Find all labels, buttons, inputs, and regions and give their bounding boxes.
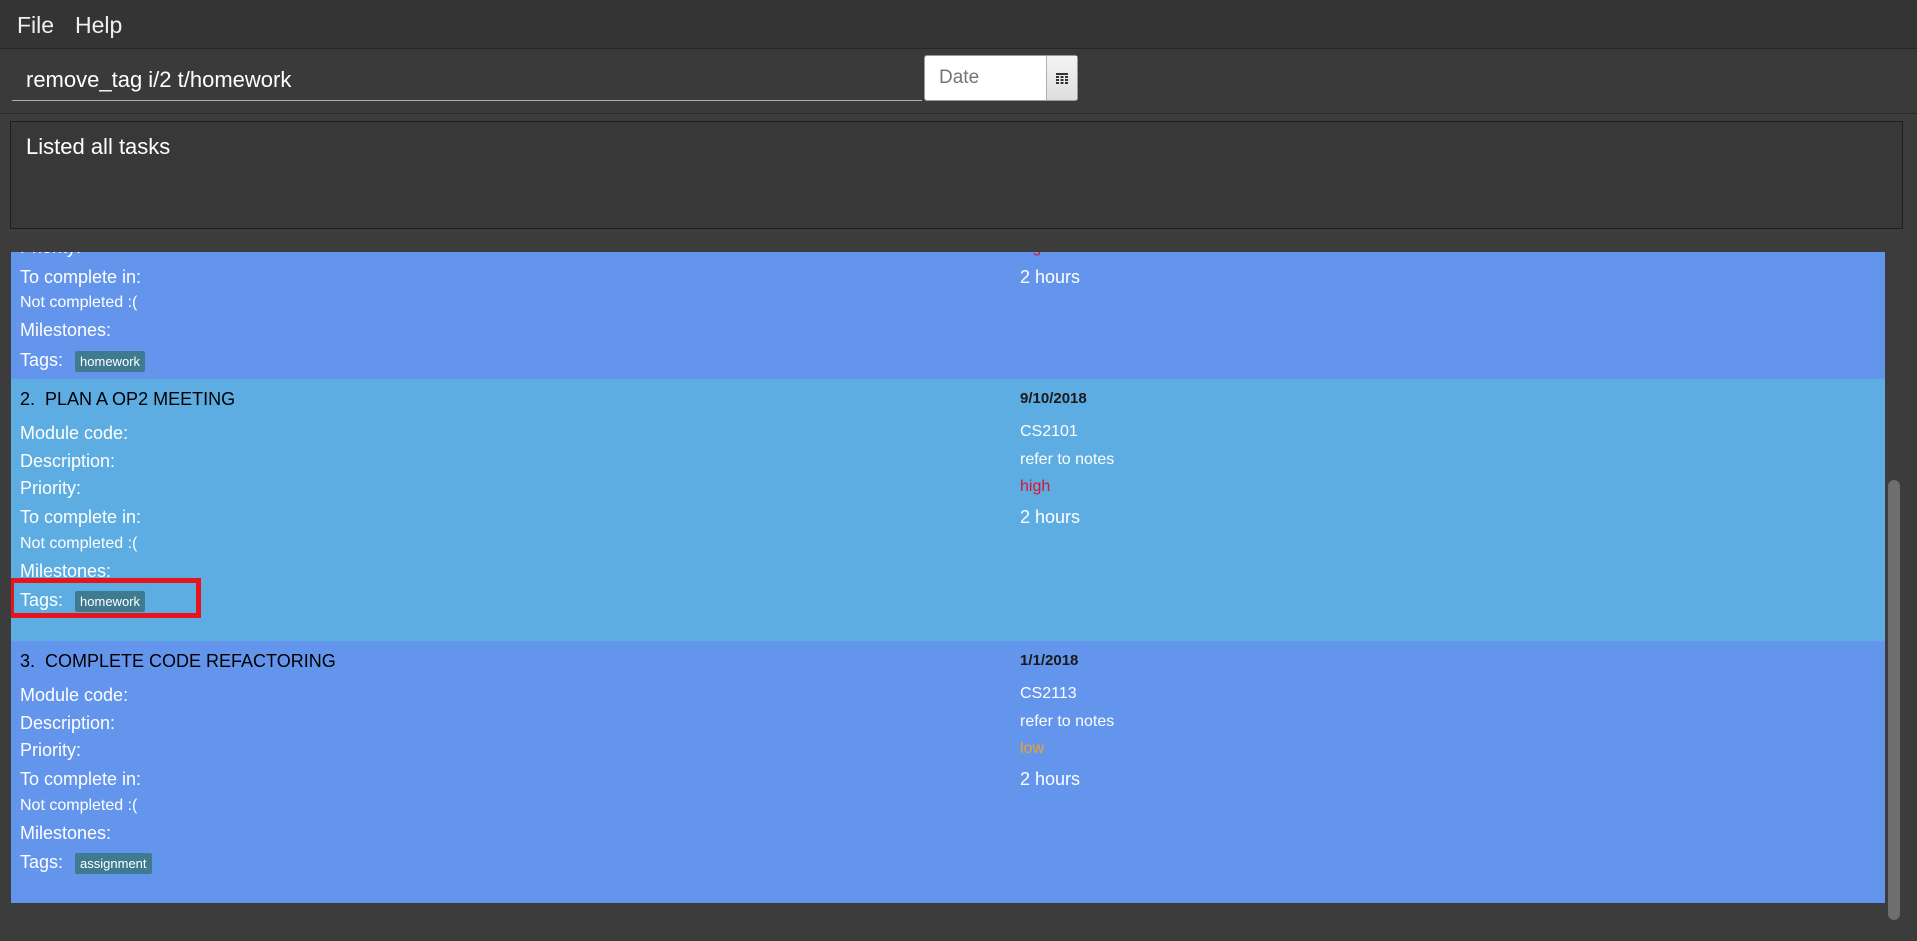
tags-row: Tags: homework: [20, 350, 145, 372]
milestones-label: Milestones:: [20, 320, 112, 340]
duration-value: 2 hours: [1020, 507, 1081, 527]
task-card[interactable]: Priority: high To complete in: 2 hours N…: [11, 252, 1885, 379]
task-list-scrollbar[interactable]: [1885, 252, 1903, 922]
tag-badge: assignment: [75, 852, 152, 874]
task-card[interactable]: 3. COMPLETE CODE REFACTORING 1/1/2018 Mod…: [11, 641, 1885, 903]
task-date: 9/10/2018: [1020, 390, 1087, 407]
priority-label: Priority:: [20, 252, 81, 258]
menu-bar: File Help: [0, 0, 1917, 49]
menu-file[interactable]: File: [17, 12, 54, 39]
to-complete-label: To complete in:: [20, 507, 142, 527]
calendar-icon: [1056, 72, 1068, 84]
duration-value: 2 hours: [1020, 769, 1081, 789]
description-label: Description:: [20, 713, 116, 733]
tags-label: Tags:: [20, 852, 64, 872]
description-value: refer to notes: [1020, 451, 1115, 468]
task-index: 2.: [20, 389, 36, 409]
tags-label: Tags:: [20, 350, 64, 370]
module-code-value: CS2101: [1020, 423, 1078, 440]
result-display: Listed all tasks: [10, 121, 1903, 229]
tags-row: Tags: assignment: [20, 852, 152, 874]
module-code-value: CS2113: [1020, 685, 1077, 702]
to-complete-label: To complete in:: [20, 769, 142, 789]
calendar-button[interactable]: [1046, 56, 1077, 100]
milestones-label: Milestones:: [20, 823, 112, 843]
highlight-box: [11, 578, 201, 618]
date-picker[interactable]: [924, 55, 1078, 101]
status-label: Not completed :(: [20, 797, 138, 814]
task-name: PLAN A OP2 MEETING: [45, 389, 236, 409]
status-label: Not completed :(: [20, 294, 138, 311]
task-title: 3. COMPLETE CODE REFACTORING: [20, 651, 336, 672]
menu-help[interactable]: Help: [75, 12, 122, 39]
task-name: COMPLETE CODE REFACTORING: [45, 651, 336, 671]
tag-badge: homework: [75, 350, 145, 372]
task-title: 2. PLAN A OP2 MEETING: [20, 389, 235, 410]
task-date: 1/1/2018: [1020, 652, 1079, 669]
priority-label: Priority:: [20, 740, 82, 760]
command-bar: [0, 49, 1917, 114]
duration-value: 2 hours: [1020, 267, 1081, 287]
priority-label: Priority:: [20, 478, 82, 498]
priority-value: high: [1020, 252, 1050, 257]
task-list[interactable]: Priority: high To complete in: 2 hours N…: [11, 252, 1885, 922]
description-value: refer to notes: [1020, 713, 1115, 730]
scrollbar-thumb[interactable]: [1888, 480, 1900, 920]
task-card[interactable]: 2. PLAN A OP2 MEETING 9/10/2018 Module co…: [11, 379, 1885, 641]
to-complete-label: To complete in:: [20, 267, 142, 287]
module-code-label: Module code:: [20, 423, 129, 443]
priority-value: low: [1020, 740, 1045, 757]
status-label: Not completed :(: [20, 535, 138, 552]
module-code-label: Module code:: [20, 685, 129, 705]
task-index: 3.: [20, 651, 36, 671]
command-input[interactable]: [12, 59, 922, 101]
date-input[interactable]: [925, 56, 1047, 100]
status-strip: [0, 925, 1917, 941]
priority-value: high: [1020, 478, 1051, 495]
description-label: Description:: [20, 451, 116, 471]
result-message: Listed all tasks: [26, 134, 171, 159]
